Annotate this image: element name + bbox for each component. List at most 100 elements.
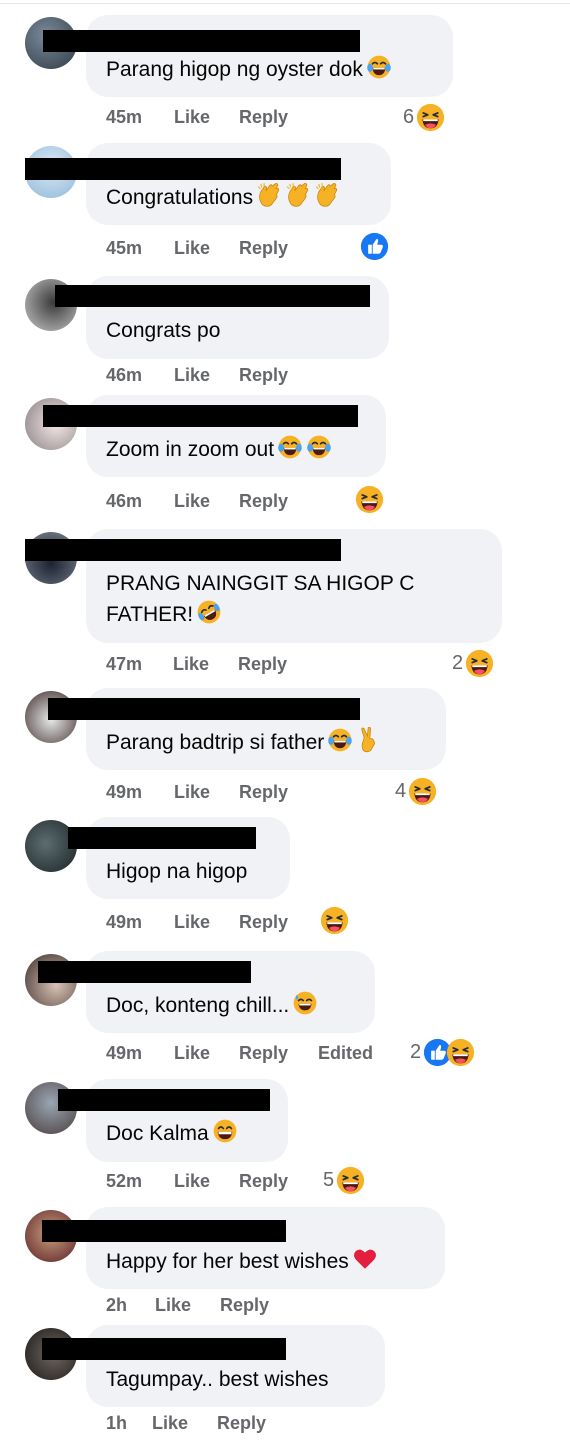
reaction-count: 2: [452, 652, 464, 674]
comment-text: Higop na higop: [106, 860, 248, 883]
edited-label: Edited: [318, 1043, 374, 1063]
like-button[interactable]: Like: [155, 1295, 191, 1316]
reply-button[interactable]: Reply: [239, 1171, 288, 1192]
reaction-count: 2: [410, 1041, 422, 1063]
haha-reaction-icon: [446, 1038, 475, 1067]
reply-button[interactable]: Reply: [217, 1413, 266, 1434]
reaction-summary[interactable]: [360, 232, 389, 261]
redacted-author-name: [25, 539, 341, 561]
clapping-hands-emoji: [256, 182, 282, 208]
comment-time[interactable]: 49m: [106, 1043, 142, 1064]
comment-text: Parang badtrip si father: [106, 724, 382, 762]
comment-time[interactable]: 46m: [106, 491, 142, 512]
like-button[interactable]: Like: [174, 238, 210, 259]
redacted-author-name: [48, 698, 360, 720]
clapping-hands-emoji: [314, 182, 340, 208]
comment-time[interactable]: 47m: [106, 654, 142, 675]
comment-bubble: Doc Kalma: [58, 1079, 288, 1162]
comment-text: Tagumpay.. best wishes: [106, 1368, 329, 1391]
redacted-author-name: [68, 827, 256, 849]
reaction-summary[interactable]: 2: [410, 1038, 475, 1067]
comment-text-line-2: FATHER!: [106, 596, 222, 634]
like-button[interactable]: Like: [174, 365, 210, 386]
red-heart-emoji: [352, 1246, 378, 1272]
comment-time[interactable]: 49m: [106, 782, 142, 803]
grinning-emoji: [212, 1118, 238, 1144]
comment-text: Happy for her best wishes: [106, 1243, 378, 1281]
comment-bubble: Parang higop ng oyster dok: [43, 15, 453, 97]
like-button[interactable]: Like: [174, 491, 210, 512]
reaction-count: 4: [395, 780, 407, 802]
reaction-summary[interactable]: 6: [403, 103, 445, 132]
like-button[interactable]: Like: [152, 1413, 188, 1434]
redacted-author-name: [43, 30, 360, 52]
comment-time[interactable]: 1h: [106, 1413, 127, 1434]
sweat-smile-emoji: [292, 990, 318, 1016]
comment-bubble: Higop na higop: [68, 817, 290, 899]
comment-text: Doc, konteng chill...: [106, 987, 318, 1025]
reaction-count: 6: [403, 106, 415, 128]
redacted-author-name: [55, 285, 370, 307]
like-button[interactable]: Like: [173, 654, 209, 675]
haha-reaction-icon: [320, 906, 349, 935]
comment-text: Congrats po: [106, 319, 221, 342]
reply-button[interactable]: Reply: [239, 782, 288, 803]
comment-text: Zoom in zoom out: [106, 431, 332, 469]
haha-reaction-icon: [465, 649, 494, 678]
reaction-summary[interactable]: [320, 906, 349, 935]
reply-button[interactable]: Reply: [239, 912, 288, 933]
comment-time[interactable]: 46m: [106, 365, 142, 386]
comment-bubble: Doc, konteng chill...: [38, 951, 375, 1033]
comment-text: Congratulations: [106, 179, 340, 217]
reply-button[interactable]: Reply: [238, 654, 287, 675]
like-button[interactable]: Like: [174, 1043, 210, 1064]
reaction-summary[interactable]: 5: [323, 1166, 365, 1195]
haha-reaction-icon: [416, 103, 445, 132]
like-button[interactable]: Like: [174, 912, 210, 933]
reply-button[interactable]: Reply: [239, 365, 288, 386]
reply-button[interactable]: Reply: [239, 1043, 288, 1064]
tears-of-joy-emoji: [327, 727, 353, 753]
comment-bubble: Zoom in zoom out: [43, 395, 386, 477]
comment-time[interactable]: 2h: [106, 1295, 127, 1316]
reply-button[interactable]: Reply: [239, 107, 288, 128]
comment-time[interactable]: 45m: [106, 238, 142, 259]
victory-hand-emoji: [356, 727, 382, 753]
comment-time[interactable]: 49m: [106, 912, 142, 933]
haha-reaction-icon: [336, 1166, 365, 1195]
reaction-summary[interactable]: 4: [395, 777, 437, 806]
comment-text: Parang higop ng oyster dok: [106, 51, 392, 89]
reaction-summary[interactable]: [355, 485, 384, 514]
reply-button[interactable]: Reply: [239, 491, 288, 512]
like-button[interactable]: Like: [174, 782, 210, 803]
like-button[interactable]: Like: [174, 1171, 210, 1192]
comment-bubble: PRANG NAINGGIT SA HIGOP C FATHER!: [25, 529, 502, 643]
comment-time[interactable]: 45m: [106, 107, 142, 128]
comment-bubble: Tagumpay.. best wishes: [42, 1325, 385, 1407]
comment-bubble: Happy for her best wishes: [42, 1207, 445, 1289]
comment-time[interactable]: 52m: [106, 1171, 142, 1192]
reply-button[interactable]: Reply: [239, 238, 288, 259]
redacted-author-name: [38, 961, 251, 983]
haha-reaction-icon: [355, 485, 384, 514]
haha-reaction-icon: [408, 777, 437, 806]
tears-of-joy-emoji: [277, 434, 303, 460]
rolling-laughing-emoji: [196, 599, 222, 625]
divider-line: [0, 3, 570, 4]
reaction-count: 5: [323, 1169, 335, 1191]
redacted-author-name: [43, 405, 358, 427]
redacted-author-name: [42, 1220, 286, 1242]
reply-button[interactable]: Reply: [220, 1295, 269, 1316]
redacted-author-name: [58, 1089, 270, 1111]
redacted-author-name: [42, 1338, 286, 1360]
comment-bubble: Congratulations: [25, 143, 391, 225]
like-button[interactable]: Like: [174, 107, 210, 128]
like-reaction-icon: [360, 232, 389, 261]
comment-text: Doc Kalma: [106, 1115, 238, 1153]
redacted-author-name: [25, 158, 341, 180]
reaction-summary[interactable]: 2: [452, 649, 494, 678]
clapping-hands-emoji: [285, 182, 311, 208]
tears-of-joy-emoji: [366, 54, 392, 80]
comment-bubble: Congrats po: [55, 276, 389, 359]
tears-of-joy-emoji: [306, 434, 332, 460]
